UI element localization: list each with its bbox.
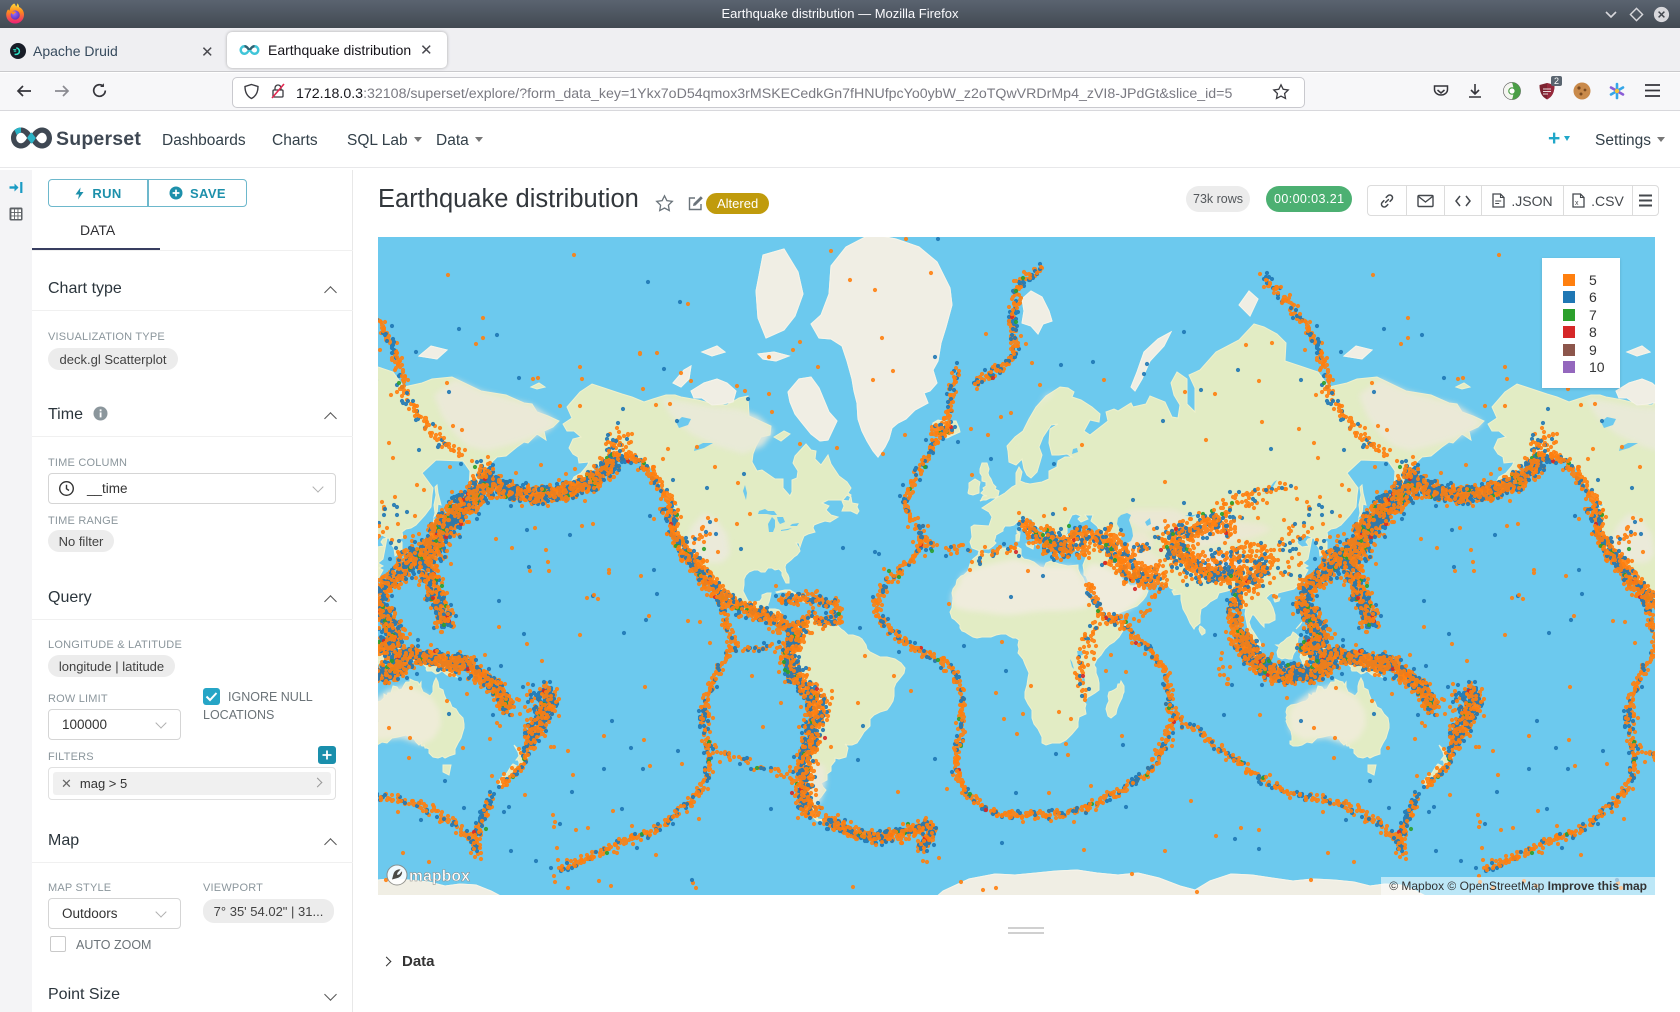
svg-text:x: x [1575, 200, 1579, 207]
svg-text:mapbox: mapbox [409, 868, 470, 885]
